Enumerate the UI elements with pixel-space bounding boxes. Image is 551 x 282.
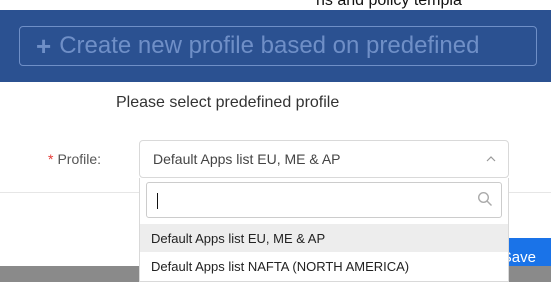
create-profile-button[interactable]: + Create new profile based on predefined: [19, 26, 537, 66]
profile-dropdown: Default Apps list EU, ME & AP Default Ap…: [139, 178, 509, 282]
plus-icon: +: [36, 31, 52, 61]
options-list: Default Apps list EU, ME & AP Default Ap…: [140, 224, 508, 280]
text-cursor: [157, 193, 158, 209]
search-icon: [477, 191, 492, 206]
header-text-fragment: ns and policy templa: [316, 0, 462, 9]
profile-label-text: Profile:: [57, 151, 102, 167]
header-bar: + Create new profile based on predefined: [0, 10, 551, 82]
profile-select[interactable]: Default Apps list EU, ME & AP: [139, 140, 509, 178]
option-item-eu-me-ap[interactable]: Default Apps list EU, ME & AP: [140, 224, 508, 252]
create-profile-button-label: Create new profile based on predefined: [59, 32, 480, 59]
select-heading: Please select predefined profile: [116, 94, 340, 111]
option-item-nafta[interactable]: Default Apps list NAFTA (NORTH AMERICA): [140, 252, 508, 280]
dropdown-search-input[interactable]: [146, 182, 502, 218]
profile-select-value: Default Apps list EU, ME & AP: [153, 151, 341, 167]
chevron-up-icon: [486, 156, 496, 162]
required-marker: *: [48, 151, 54, 167]
profile-label: * Profile:: [48, 151, 101, 167]
